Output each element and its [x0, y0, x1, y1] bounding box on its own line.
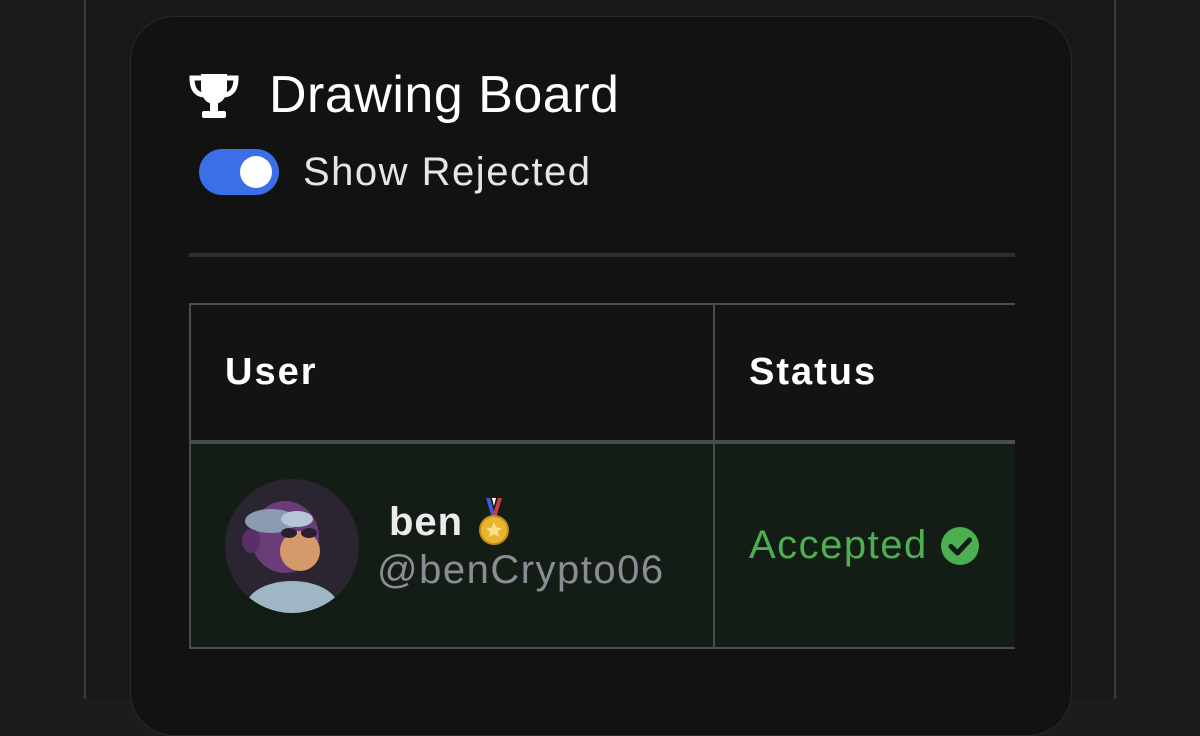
show-rejected-toggle[interactable]	[199, 149, 279, 195]
check-circle-icon	[940, 526, 980, 566]
column-header-status[interactable]: Status	[713, 303, 1015, 444]
user-handle[interactable]: @benCrypto06	[377, 548, 665, 593]
drawing-board-card: Drawing Board Show Rejected User Status	[130, 16, 1072, 736]
user-info: ben @benCrypto06	[377, 498, 665, 593]
submissions-table: User Status ben @benCrypto06 Accepted	[189, 303, 1015, 649]
user-name[interactable]: ben	[389, 500, 463, 545]
card-header: Drawing Board	[187, 63, 619, 127]
show-rejected-label: Show Rejected	[303, 149, 592, 194]
table-header-row: User Status	[189, 303, 1015, 444]
show-rejected-filter: Show Rejected	[199, 149, 592, 195]
divider	[189, 253, 1015, 257]
status-badge: Accepted	[749, 523, 928, 567]
user-cell: ben @benCrypto06	[189, 441, 715, 649]
trophy-icon	[187, 68, 241, 122]
toggle-knob	[240, 156, 272, 188]
status-cell: Accepted	[713, 441, 1015, 649]
table-row[interactable]: ben @benCrypto06 Accepted	[189, 441, 1015, 649]
medal-icon	[477, 498, 511, 546]
page-title: Drawing Board	[269, 66, 620, 124]
column-header-user[interactable]: User	[189, 303, 715, 444]
avatar[interactable]	[225, 478, 359, 613]
